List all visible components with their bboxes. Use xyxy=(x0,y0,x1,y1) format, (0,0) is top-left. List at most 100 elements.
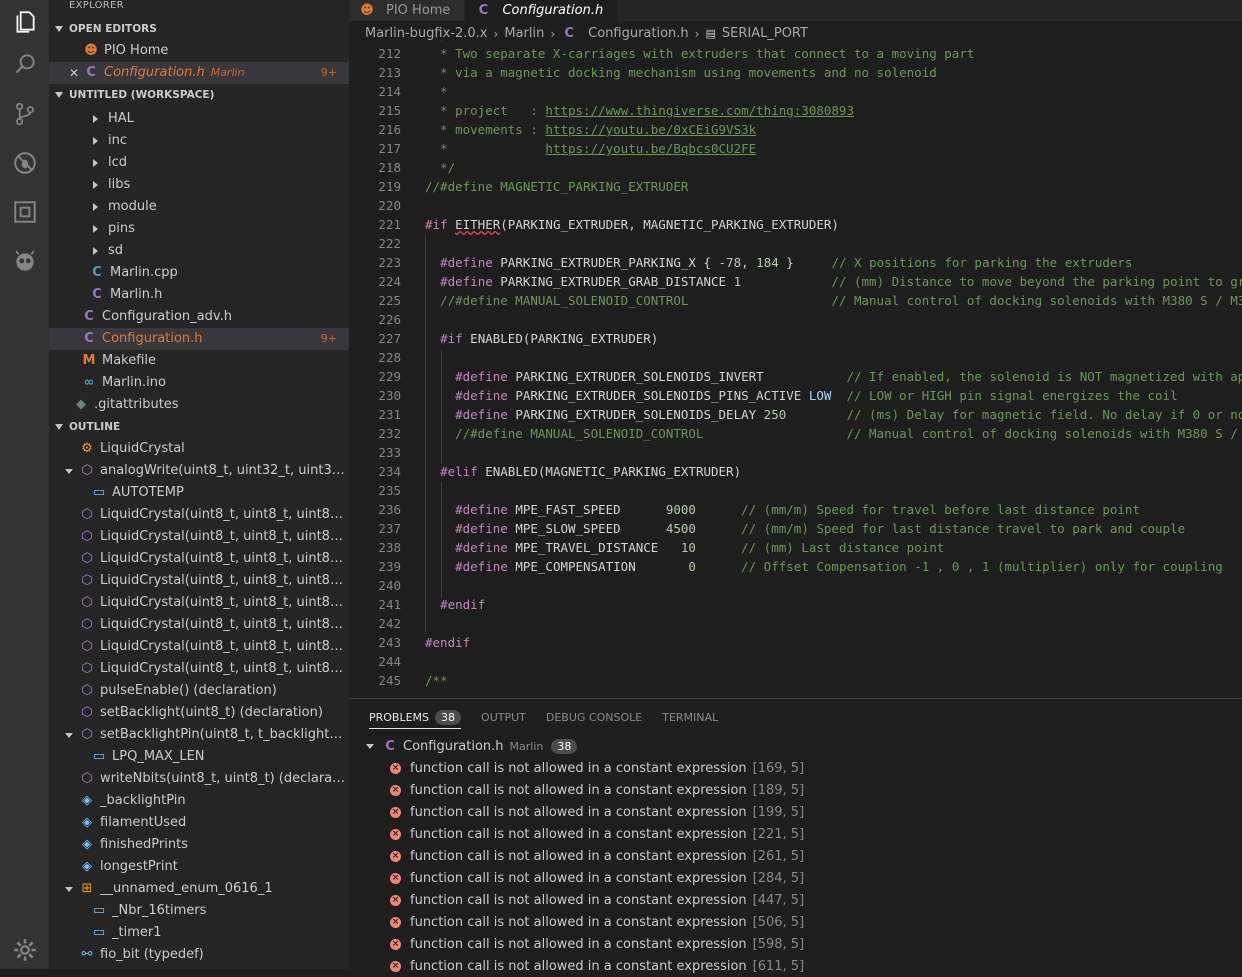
problem-list: × function call is not allowed in a const… xyxy=(349,757,1242,977)
field-icon: ◈ xyxy=(82,815,92,830)
line-number: 237 xyxy=(378,521,401,536)
outline-tree: ⚙ LiquidCrystal ⬡ analogWrite(uint8_t, uint… xyxy=(49,438,349,966)
code-line: //#define MAGNETIC_PARKING_EXTRUDER xyxy=(425,179,688,194)
problem-item[interactable]: × function call is not allowed in a const… xyxy=(349,889,1242,911)
chevron-right-icon: › xyxy=(493,26,499,41)
outline-item[interactable]: ⚯ fio_bit (typedef) xyxy=(49,944,349,966)
outline-item[interactable]: ⬡ LiquidCrystal(uint8_t, uint8_t, uint8_t… xyxy=(49,548,349,570)
problem-message: function call is not allowed in a consta… xyxy=(410,870,747,886)
tab-configuration-h[interactable]: C Configuration.h xyxy=(465,0,619,21)
tab-output[interactable]: OUTPUT xyxy=(481,699,526,735)
search-icon[interactable] xyxy=(0,42,49,86)
debug-icon[interactable] xyxy=(0,141,49,185)
workspace-item[interactable]: lcd xyxy=(49,152,349,174)
tab-debug-console[interactable]: DEBUG CONSOLE xyxy=(546,699,642,735)
tab-pio-home[interactable]: ☻ PIO Home xyxy=(349,0,466,21)
link[interactable]: https://youtu.be/Bqbcs0CU2FE xyxy=(545,141,756,156)
outline-item[interactable]: ⬡ LiquidCrystal(uint8_t, uint8_t, uint8_t… xyxy=(49,526,349,548)
outline-item[interactable]: ⬡ analogWrite(uint8_t, uint32_t, uint32_t… xyxy=(49,460,349,482)
problem-item[interactable]: × function call is not allowed in a const… xyxy=(349,757,1242,779)
tab-terminal[interactable]: TERMINAL xyxy=(662,699,718,735)
workspace-item[interactable]: C Configuration.h 9+ xyxy=(49,328,349,350)
close-icon[interactable]: ✕ xyxy=(69,62,83,84)
platformio-icon[interactable] xyxy=(0,240,49,284)
workspace-item[interactable]: ∞ Marlin.ino xyxy=(49,372,349,394)
code-line: #define MPE_COMPENSATION 0 // Offset Com… xyxy=(455,559,1223,574)
outline-item[interactable]: ▭ AUTOTEMP xyxy=(49,482,349,504)
method-icon: ⬡ xyxy=(81,551,93,566)
indent-guide xyxy=(425,312,426,331)
explorer-icon[interactable] xyxy=(0,0,49,44)
breadcrumb-item[interactable]: Marlin xyxy=(504,26,544,41)
source-control-icon[interactable] xyxy=(0,92,49,136)
problem-item[interactable]: × function call is not allowed in a const… xyxy=(349,779,1242,801)
tab-problems[interactable]: PROBLEMS 38 xyxy=(369,699,462,735)
problem-item[interactable]: × function call is not allowed in a const… xyxy=(349,933,1242,955)
outline-item[interactable]: ⊞ __unnamed_enum_0616_1 xyxy=(49,878,349,900)
outline-item[interactable]: ⬡ LiquidCrystal(uint8_t, uint8_t, uint8_t… xyxy=(49,614,349,636)
workspace-item[interactable]: HAL xyxy=(49,108,349,130)
code-line: * https://youtu.be/Bqbcs0CU2FE xyxy=(425,141,756,156)
error-icon: × xyxy=(390,960,401,972)
outline-item[interactable]: ⬡ LiquidCrystal(uint8_t, uint8_t, uint8_t… xyxy=(49,570,349,592)
workspace-item[interactable]: C Marlin.cpp xyxy=(49,262,349,284)
problem-item[interactable]: × function call is not allowed in a const… xyxy=(349,845,1242,867)
indent-guide xyxy=(440,578,442,597)
problem-item[interactable]: × function call is not allowed in a const… xyxy=(349,823,1242,845)
workspace-item[interactable]: sd xyxy=(49,240,349,262)
workspace-item[interactable]: libs xyxy=(49,174,349,196)
workspace-header[interactable]: UNTITLED (WORKSPACE) xyxy=(49,84,349,106)
error-icon: × xyxy=(390,762,401,774)
outline-item[interactable]: ⬡ setBacklightPin(uint8_t, t_backlightPol… xyxy=(49,724,349,746)
outline-item[interactable]: ◈ _backlightPin xyxy=(49,790,349,812)
outline-item[interactable]: ⬡ writeNbits(uint8_t, uint8_t) (declarati… xyxy=(49,768,349,790)
outline-item[interactable]: ⬡ pulseEnable() (declaration) xyxy=(49,680,349,702)
problem-item[interactable]: × function call is not allowed in a const… xyxy=(349,867,1242,889)
breadcrumb-item[interactable]: SERIAL_PORT xyxy=(722,26,808,41)
workspace-item[interactable]: C Marlin.h xyxy=(49,284,349,306)
code-editor[interactable]: 211 */ 212 * Two separate X-carriages wit… xyxy=(349,40,1242,698)
outline-item[interactable]: ⬡ LiquidCrystal(uint8_t, uint8_t, uint8_t… xyxy=(49,636,349,658)
outline-item[interactable]: ▭ LPQ_MAX_LEN xyxy=(49,746,349,768)
outline-item[interactable]: ⬡ LiquidCrystal(uint8_t, uint8_t, uint8_t… xyxy=(49,592,349,614)
outline-item[interactable]: ⬡ setBacklight(uint8_t) (declaration) xyxy=(49,702,349,724)
problem-item[interactable]: × function call is not allowed in a const… xyxy=(349,801,1242,823)
workspace-item[interactable]: ◆ .gitattributes xyxy=(49,394,349,416)
breadcrumb-item[interactable]: Marlin-bugfix-2.0.x xyxy=(365,26,488,41)
c-file-icon: C xyxy=(385,738,395,754)
workspace-item[interactable]: module xyxy=(49,196,349,218)
outline-item[interactable]: ◈ longestPrint xyxy=(49,856,349,878)
outline-item[interactable]: ◈ filamentUsed xyxy=(49,812,349,834)
open-editors-header[interactable]: OPEN EDITORS xyxy=(49,18,349,40)
outline-item[interactable]: ⚙ LiquidCrystal xyxy=(49,438,349,460)
outline-item[interactable]: ◈ finishedPrints xyxy=(49,834,349,856)
outline-item-label: __unnamed_enum_0616_1 xyxy=(100,881,273,896)
indent-guide xyxy=(425,350,426,369)
link[interactable]: https://www.thingiverse.com/thing:308089… xyxy=(545,103,854,118)
method-icon: ⬡ xyxy=(81,507,93,522)
workspace-item[interactable]: pins xyxy=(49,218,349,240)
problem-file-row[interactable]: C Configuration.h Marlin 38 xyxy=(349,735,1242,757)
workspace-item[interactable]: inc xyxy=(49,130,349,152)
outline-item-label: finishedPrints xyxy=(100,837,188,852)
settings-gear-icon[interactable] xyxy=(0,928,49,972)
workspace-item[interactable]: M Makefile xyxy=(49,350,349,372)
outline-item-label: _Nbr_16timers xyxy=(112,903,207,918)
open-editor-pio-home[interactable]: ☻ PIO Home xyxy=(49,40,349,62)
workspace-item[interactable]: C Configuration_adv.h xyxy=(49,306,349,328)
outline-item[interactable]: ▭ _Nbr_16timers xyxy=(49,900,349,922)
line-number: 222 xyxy=(378,236,401,251)
extensions-icon[interactable] xyxy=(0,190,49,234)
outline-item[interactable]: ▭ _timer1 xyxy=(49,922,349,944)
outline-item[interactable]: ⬡ LiquidCrystal(uint8_t, uint8_t, uint8_t… xyxy=(49,658,349,680)
error-icon: × xyxy=(390,828,401,840)
outline-header[interactable]: OUTLINE xyxy=(49,416,349,438)
outline-item[interactable]: ⬡ LiquidCrystal(uint8_t, uint8_t, uint8_t… xyxy=(49,504,349,526)
problem-item[interactable]: × function call is not allowed in a const… xyxy=(349,911,1242,933)
chevron-down-icon xyxy=(366,743,374,749)
breadcrumb-item[interactable]: Configuration.h xyxy=(588,26,689,41)
problem-item[interactable]: × function call is not allowed in a const… xyxy=(349,955,1242,977)
link[interactable]: https://youtu.be/0xCEiG9VS3k xyxy=(545,122,756,137)
bottom-panel: PROBLEMS 38 OUTPUT DEBUG CONSOLE TERMINA… xyxy=(349,698,1242,974)
open-editor-configuration[interactable]: ✕ C Configuration.h Marlin 9+ xyxy=(49,62,349,84)
